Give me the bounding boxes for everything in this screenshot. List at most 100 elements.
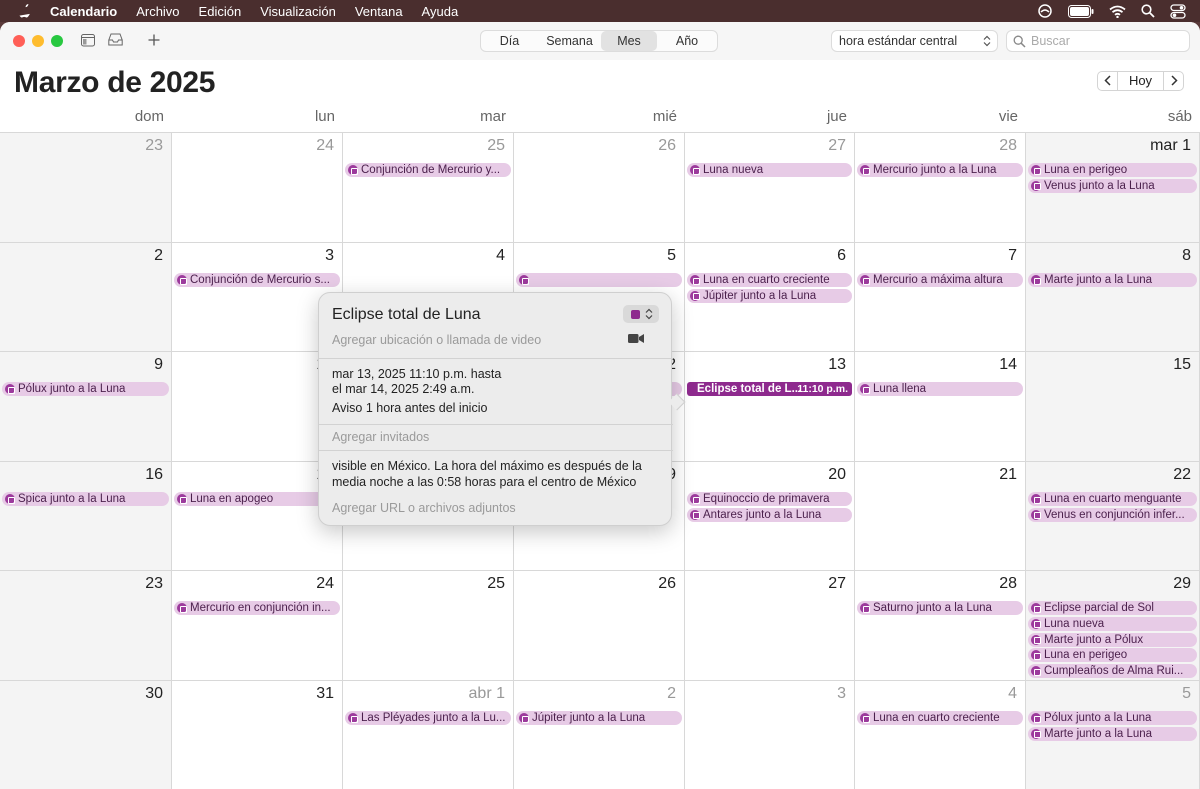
timezone-select[interactable]: hora estándar central <box>831 30 998 52</box>
day-cell[interactable]: 28 Saturno junto a la Luna <box>855 571 1026 681</box>
day-cell[interactable]: 23 <box>0 133 172 243</box>
calendar-event[interactable]: Luna llena <box>857 382 1023 396</box>
day-cell[interactable]: 29 Eclipse parcial de Sol Luna nueva Marte … <box>1026 571 1200 681</box>
calendar-event[interactable]: Marte junto a Pólux <box>1028 632 1197 647</box>
calendar-event[interactable]: Júpiter junto a la Luna <box>687 288 852 303</box>
menu-archivo[interactable]: Archivo <box>136 4 179 19</box>
calendar-event[interactable]: Spica junto a la Luna <box>2 492 169 506</box>
day-cell[interactable]: 2 <box>0 243 172 352</box>
spotlight-search-icon[interactable] <box>1141 4 1155 18</box>
calendar-event[interactable]: Luna en perigeo <box>1028 648 1197 663</box>
calendar-event[interactable]: Luna en cuarto menguante <box>1028 492 1197 506</box>
calendar-event[interactable]: Mercurio junto a la Luna <box>857 163 1023 177</box>
calendar-event[interactable]: Júpiter junto a la Luna <box>516 711 682 725</box>
calendar-event[interactable]: Conjunción de Mercurio y... <box>345 163 511 177</box>
inbox-icon[interactable] <box>108 33 123 46</box>
close-window-button[interactable] <box>13 35 25 47</box>
next-month-button[interactable] <box>1163 71 1184 91</box>
day-cell[interactable]: 15 <box>1026 352 1200 462</box>
add-event-icon[interactable] <box>148 34 160 46</box>
day-cell[interactable]: 24 <box>172 133 343 243</box>
tab-ano[interactable]: Año <box>657 31 717 51</box>
menu-edicion[interactable]: Edición <box>199 4 242 19</box>
day-cell[interactable]: 26 <box>514 133 685 243</box>
day-cell[interactable]: 13 Eclipse total de L... 11:10 p.m. <box>685 352 855 462</box>
day-cell[interactable]: 25 Conjunción de Mercurio y... <box>343 133 514 243</box>
day-cell[interactable]: 6 Luna en cuarto creciente Júpiter junto a… <box>685 243 855 352</box>
calendar-event[interactable]: Mercurio en conjunción in... <box>174 601 340 615</box>
day-cell[interactable]: 25 <box>343 571 514 681</box>
day-cell[interactable]: 23 <box>0 571 172 681</box>
calendar-event[interactable]: Saturno junto a la Luna <box>857 601 1023 615</box>
calendar-event[interactable]: Mercurio a máxima altura <box>857 273 1023 287</box>
day-cell[interactable]: 4 Luna en cuarto creciente <box>855 681 1026 789</box>
battery-icon[interactable] <box>1068 4 1094 18</box>
url-field[interactable]: Agregar URL o archivos adjuntos <box>332 501 516 515</box>
day-cell[interactable]: 20 Equinoccio de primavera Antares junto a… <box>685 462 855 571</box>
event-date-start[interactable]: mar 13, 2025 11:10 p.m. hasta <box>332 367 501 381</box>
focus-icon[interactable] <box>1037 3 1053 19</box>
day-cell[interactable]: 26 <box>514 571 685 681</box>
day-cell[interactable]: 30 <box>0 681 172 789</box>
previous-month-button[interactable] <box>1097 71 1118 91</box>
tab-dia[interactable]: Día <box>481 31 538 51</box>
day-cell[interactable]: mar 1 Luna en perigeo Venus junto a la Lun… <box>1026 133 1200 243</box>
day-cell[interactable]: 27 <box>685 571 855 681</box>
calendar-event[interactable]: Pólux junto a la Luna <box>2 382 169 396</box>
day-cell[interactable]: 31 <box>172 681 343 789</box>
tab-semana[interactable]: Semana <box>538 31 601 51</box>
calendar-event[interactable]: Luna nueva <box>1028 616 1197 631</box>
day-cell[interactable]: 16 Spica junto a la Luna <box>0 462 172 571</box>
day-cell[interactable]: 2 Júpiter junto a la Luna <box>514 681 685 789</box>
zoom-window-button[interactable] <box>51 35 63 47</box>
calendar-event[interactable]: Eclipse parcial de Sol <box>1028 601 1197 615</box>
calendar-event[interactable]: Las Pléyades junto a la Lu... <box>345 711 511 725</box>
calendar-event[interactable]: Marte junto a la Luna <box>1028 273 1197 287</box>
event-notes-line1[interactable]: visible en México. La hora del máximo es… <box>332 459 642 473</box>
calendar-color-picker[interactable] <box>623 305 659 323</box>
event-date-end[interactable]: el mar 14, 2025 2:49 a.m. <box>332 382 474 396</box>
calendar-event[interactable]: Pólux junto a la Luna <box>1028 711 1197 725</box>
calendar-event[interactable]: Cumpleaños de Alma Rui... <box>1028 664 1197 678</box>
calendar-event[interactable]: Luna en cuarto creciente <box>857 711 1023 725</box>
menu-visualizacion[interactable]: Visualización <box>260 4 336 19</box>
menu-app-name[interactable]: Calendario <box>50 4 117 19</box>
day-cell[interactable]: 7 Mercurio a máxima altura <box>855 243 1026 352</box>
location-field[interactable]: Agregar ubicación o llamada de video <box>332 333 541 347</box>
day-cell[interactable]: 24 Mercurio en conjunción in... <box>172 571 343 681</box>
calendar-event[interactable]: Equinoccio de primavera <box>687 492 852 506</box>
calendar-event[interactable]: Luna en cuarto creciente <box>687 273 852 287</box>
search-field[interactable]: Buscar <box>1006 30 1190 52</box>
video-camera-icon[interactable] <box>628 333 644 344</box>
event-notes-line2[interactable]: media noche a las 0:58 horas para el cen… <box>332 475 636 489</box>
day-cell[interactable]: 21 <box>855 462 1026 571</box>
day-cell[interactable]: 22 Luna en cuarto menguante Venus en conju… <box>1026 462 1200 571</box>
event-alert[interactable]: Aviso 1 hora antes del inicio <box>332 401 487 415</box>
minimize-window-button[interactable] <box>32 35 44 47</box>
apple-icon[interactable] <box>18 4 32 18</box>
calendar-event[interactable]: Antares junto a la Luna <box>687 507 852 522</box>
day-cell[interactable]: 27 Luna nueva <box>685 133 855 243</box>
tab-mes[interactable]: Mes <box>601 31 657 51</box>
day-cell[interactable]: 28 Mercurio junto a la Luna <box>855 133 1026 243</box>
day-cell[interactable]: 5 Pólux junto a la Luna Marte junto a la L… <box>1026 681 1200 789</box>
calendar-event[interactable]: Conjunción de Mercurio s... <box>174 273 340 287</box>
calendar-event[interactable]: Luna en apogeo <box>174 492 340 506</box>
calendar-list-icon[interactable] <box>81 33 95 47</box>
calendar-event[interactable]: Luna nueva <box>687 163 852 177</box>
day-cell[interactable]: 14 Luna llena <box>855 352 1026 462</box>
calendar-event[interactable]: Venus en conjunción infer... <box>1028 507 1197 522</box>
day-cell[interactable]: 3 <box>685 681 855 789</box>
calendar-event[interactable]: Marte junto a la Luna <box>1028 726 1197 741</box>
invitees-field[interactable]: Agregar invitados <box>332 430 429 444</box>
control-center-icon[interactable] <box>1170 3 1186 19</box>
popover-title[interactable]: Eclipse total de Luna <box>332 306 481 324</box>
calendar-event[interactable] <box>516 273 682 287</box>
wifi-icon[interactable] <box>1109 5 1126 18</box>
selected-event[interactable]: Eclipse total de L... 11:10 p.m. <box>687 382 852 396</box>
day-cell[interactable]: 9 Pólux junto a la Luna <box>0 352 172 462</box>
menu-ayuda[interactable]: Ayuda <box>422 4 459 19</box>
calendar-event[interactable]: Luna en perigeo <box>1028 163 1197 177</box>
today-button[interactable]: Hoy <box>1118 71 1163 91</box>
menu-ventana[interactable]: Ventana <box>355 4 403 19</box>
